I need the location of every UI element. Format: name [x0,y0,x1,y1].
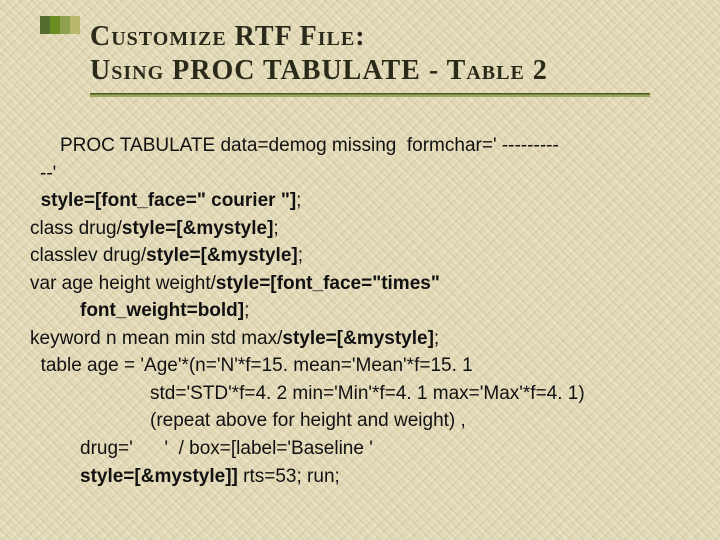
code-line-4c: ; [298,245,303,266]
code-line-11b: rts=53; run; [238,466,340,487]
code-line-5b: style=[font_face="times" [216,273,440,294]
code-line-9: (repeat above for height and weight) , [150,410,466,431]
code-line-1a: PROC TABULATE data=demog missing formcha… [60,135,559,156]
code-line-10: drug=' ' / box=[label='Baseline ' [80,438,373,459]
slide-title-line1: Customize RTF File: [90,20,690,54]
swatch-1 [40,16,50,34]
code-line-2a: style=[font_face=" courier "] [30,190,296,211]
code-line-6a: keyword n mean min std max/ [30,328,282,349]
swatch-3 [60,16,70,34]
code-line-5d: ; [244,300,249,321]
accent-swatch [40,16,80,34]
swatch-2 [50,16,60,34]
swatch-4 [70,16,80,34]
code-line-6b: style=[&mystyle] [282,328,434,349]
slide-title-line2: Using PROC TABULATE - Table 2 [90,54,690,88]
code-line-1b: --' [40,163,56,184]
slide: Customize RTF File: Using PROC TABULATE … [0,0,720,540]
title-underline [90,93,650,97]
code-line-3b: style=[&mystyle] [122,218,274,239]
code-line-4b: style=[&mystyle] [146,245,298,266]
code-line-8: std='STD'*f=4. 2 min='Min'*f=4. 1 max='M… [150,383,585,404]
code-content: PROC TABULATE data=demog missing formcha… [30,132,700,490]
code-line-3c: ; [273,218,278,239]
code-line-4a: classlev drug/ [30,245,146,266]
code-line-7: table age = 'Age'*(n='N'*f=15. mean='Mea… [30,355,473,376]
code-line-5a: var age height weight/ [30,273,216,294]
code-line-5c: font_weight=bold] [80,300,244,321]
code-line-3a: class drug/ [30,218,122,239]
code-line-6c: ; [434,328,439,349]
title-block: Customize RTF File: Using PROC TABULATE … [90,20,690,97]
code-line-11a: style=[&mystyle]] [80,466,238,487]
code-line-2b: ; [296,190,301,211]
